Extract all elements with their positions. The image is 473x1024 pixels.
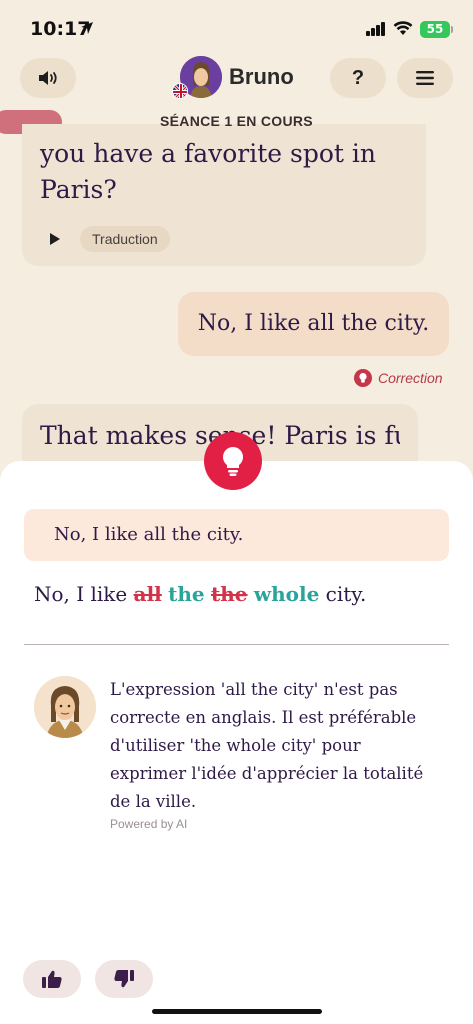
play-icon: [50, 233, 60, 245]
bot-message-text: you have a favorite spot in Paris?: [40, 139, 376, 204]
uk-flag-icon: [172, 83, 188, 99]
play-audio-button[interactable]: [42, 228, 68, 250]
removed-word: the: [211, 582, 248, 606]
status-bar: 10:17 55: [0, 0, 473, 56]
thumbs-up-icon: [42, 970, 62, 988]
tutor-name: Bruno: [229, 64, 294, 89]
menu-button[interactable]: [397, 58, 453, 98]
original-sentence: No, I like all the city.: [54, 524, 244, 545]
corrected-sentence: No, I like all the the whole city.: [34, 582, 366, 606]
sound-button[interactable]: [20, 58, 76, 98]
thumbs-down-icon: [114, 970, 134, 988]
lightbulb-icon: [354, 369, 372, 387]
correction-badge: [204, 432, 262, 490]
added-word: the: [168, 582, 205, 606]
wifi-icon: [393, 21, 413, 35]
cellular-signal-icon: [366, 22, 388, 36]
correction-link[interactable]: Correction: [354, 367, 443, 389]
explanation-text: L'expression 'all the city' n'est pas co…: [110, 680, 424, 811]
divider: [24, 644, 449, 645]
powered-by-label: Powered by AI: [110, 817, 188, 831]
battery-cap: [451, 26, 453, 33]
tutor-portrait-icon: [34, 676, 96, 738]
battery-icon: 55: [420, 21, 450, 38]
menu-icon: [416, 71, 434, 85]
tutor-avatar: [34, 676, 96, 738]
speaker-icon: [39, 71, 57, 85]
corrected-prefix: No, I like: [34, 582, 128, 606]
session-status: SÉANCE 1 EN COURS: [160, 113, 313, 129]
corrected-suffix: city.: [325, 582, 367, 606]
correction-label: Correction: [378, 370, 443, 386]
home-indicator[interactable]: [152, 1009, 322, 1014]
lightbulb-icon: [223, 447, 243, 476]
user-message-text: No, I like all the city.: [197, 311, 430, 336]
location-arrow-icon: [81, 22, 93, 34]
added-word: whole: [253, 582, 320, 606]
removed-word: all: [133, 582, 162, 606]
thumbs-down-button[interactable]: [95, 960, 153, 998]
translate-button[interactable]: Traduction: [80, 226, 170, 252]
thumbs-up-button[interactable]: [23, 960, 81, 998]
help-button[interactable]: ?: [330, 58, 386, 98]
